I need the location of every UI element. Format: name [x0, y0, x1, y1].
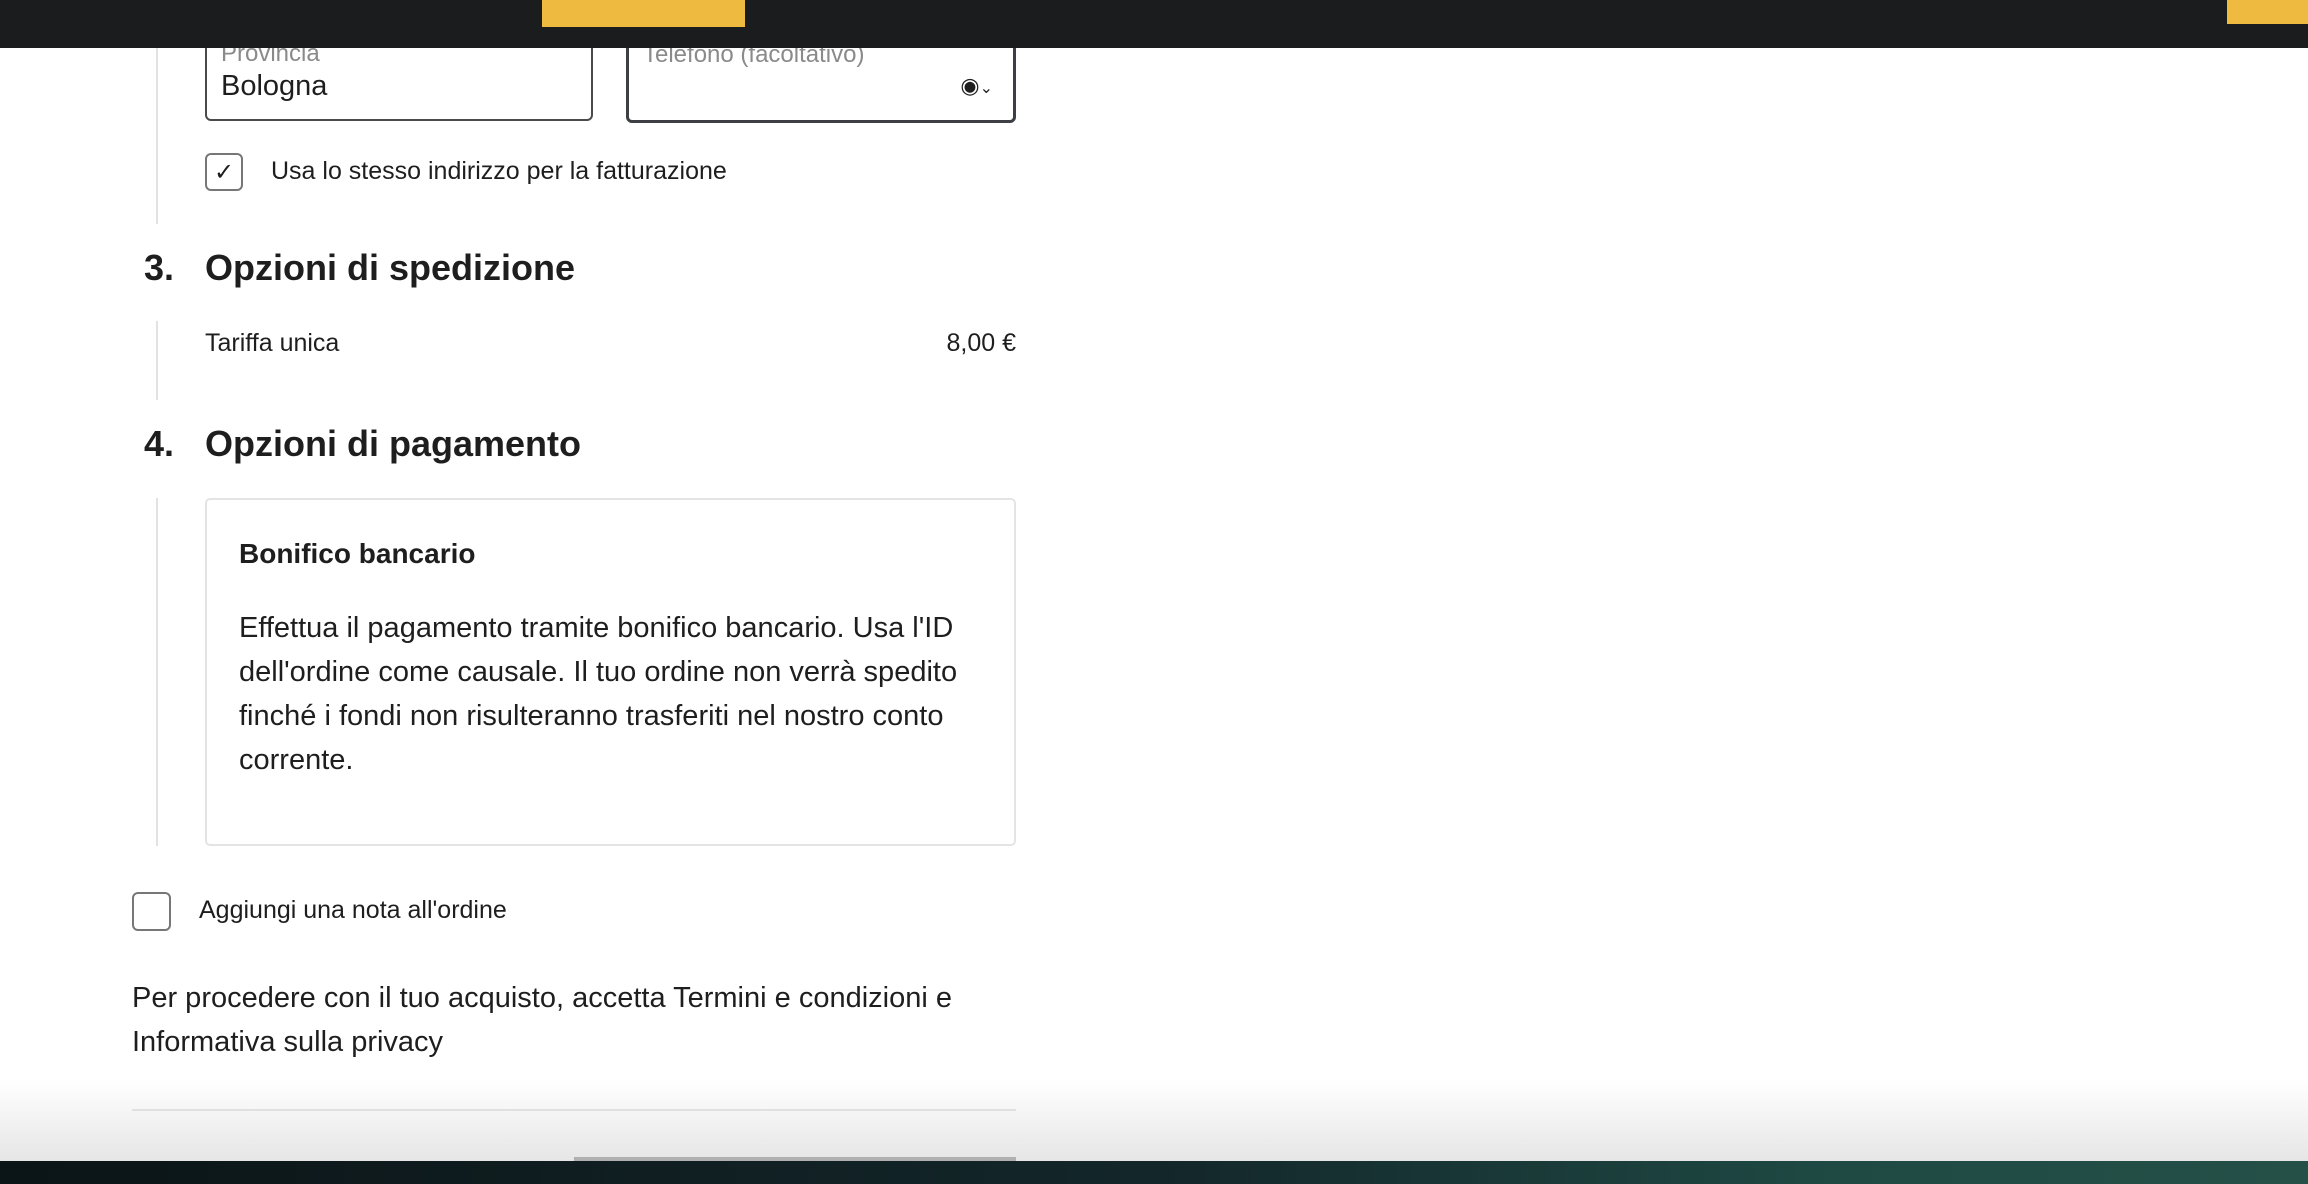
header-accent-button[interactable]: [542, 0, 745, 27]
shipping-step-number: 3.: [144, 247, 175, 288]
checkmark-icon: ✓: [213, 158, 235, 186]
payment-method-description: Effettua il pagamento tramite bonifico b…: [239, 612, 958, 776]
divider: [132, 1109, 1016, 1111]
person-circle-icon: ◉: [960, 73, 980, 98]
payment-step-number: 4.: [144, 423, 175, 464]
top-header-bar: [0, 0, 2308, 48]
os-dock: [0, 1161, 2308, 1184]
shipping-option-price: 8,00 €: [946, 329, 1016, 357]
same-billing-label: Usa lo stesso indirizzo per la fatturazi…: [271, 157, 727, 185]
bottom-fade: [0, 1080, 2308, 1161]
country-selector[interactable]: ◉⌄: [960, 73, 993, 99]
payment-method-card[interactable]: Bonifico bancario Effettua il pagamento …: [205, 498, 1016, 846]
step-divider: [156, 498, 158, 846]
shipping-title: Opzioni di spedizione: [205, 247, 576, 288]
header-cart-button[interactable]: [2227, 0, 2308, 24]
payment-title: Opzioni di pagamento: [205, 423, 581, 464]
step-divider: [156, 321, 158, 400]
step-divider: [156, 48, 158, 224]
chevron-down-icon: ⌄: [979, 80, 993, 97]
order-note-checkbox[interactable]: [132, 892, 171, 931]
same-billing-checkbox[interactable]: ✓: [205, 153, 243, 191]
terms-text: Per procedere con il tuo acquisto, accet…: [132, 982, 952, 1058]
payment-method-title: Bonifico bancario: [239, 538, 476, 569]
province-value: Bologna: [221, 70, 328, 102]
shipping-option-label: Tariffa unica: [205, 329, 340, 357]
order-note-label: Aggiungi una nota all'ordine: [199, 896, 507, 924]
